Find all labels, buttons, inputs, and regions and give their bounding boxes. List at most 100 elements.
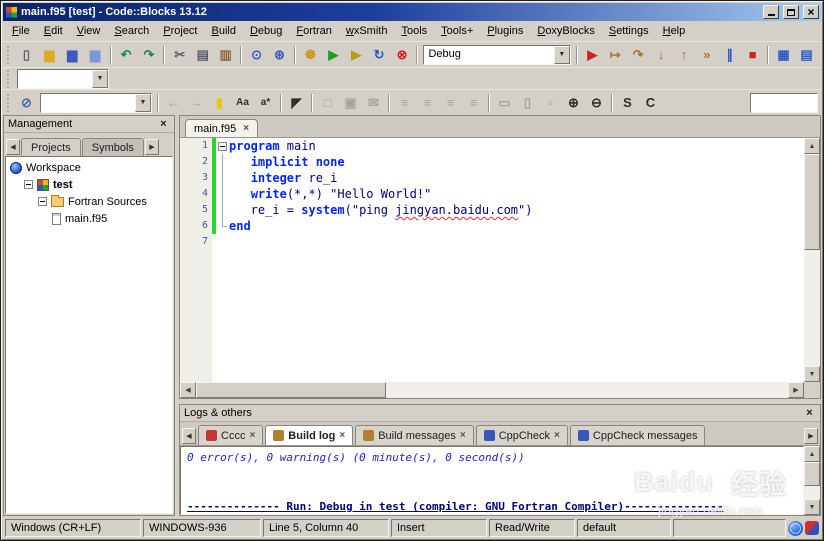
editor-line[interactable]: 5 re_i = system("ping jingyan.baidu.com"… xyxy=(180,202,804,218)
run-icon[interactable]: ▶ xyxy=(323,44,344,65)
scroll-thumb[interactable] xyxy=(196,382,386,398)
wx-dialog-icon[interactable]: ✉ xyxy=(363,92,384,113)
editor-line[interactable]: 3 integer re_i xyxy=(180,170,804,186)
editor-line[interactable]: 1 program main xyxy=(180,138,804,154)
wx-frame-icon[interactable]: □ xyxy=(317,92,338,113)
align-left-icon[interactable]: ≡ xyxy=(394,92,415,113)
redo-icon[interactable]: ↷ xyxy=(139,44,160,65)
compiler-combo[interactable]: ▼ xyxy=(17,68,109,89)
align-top-icon[interactable]: ≡ xyxy=(463,92,484,113)
log-tab-cccc[interactable]: Cccc × xyxy=(198,425,264,445)
scroll-down-icon[interactable]: ▼ xyxy=(804,499,820,515)
tree-item-main-f95[interactable]: main.f95 xyxy=(6,210,172,227)
wx-panel-icon[interactable]: ▣ xyxy=(340,92,361,113)
undo-icon[interactable]: ↶ xyxy=(116,44,137,65)
log-tab-build-messages[interactable]: Build messages × xyxy=(355,425,474,445)
menu-search[interactable]: Search xyxy=(107,22,156,41)
menu-view[interactable]: View xyxy=(70,22,108,41)
log-tab-cppcheck-messages[interactable]: CppCheck messages xyxy=(569,425,706,445)
menu-settings[interactable]: Settings xyxy=(602,22,656,41)
editor-line[interactable]: 4 write(*,*) "Hello World!" xyxy=(180,186,804,202)
next-instruction-icon[interactable]: » xyxy=(696,44,717,65)
log-tabs-scroll-right-icon[interactable] xyxy=(804,428,818,444)
menu-wxsmith[interactable]: wxSmith xyxy=(339,22,395,41)
tree-item-fortran-sources[interactable]: Fortran Sources xyxy=(6,193,172,210)
wx-spacer-icon[interactable]: ▫ xyxy=(540,92,561,113)
menu-plugins[interactable]: Plugins xyxy=(480,22,530,41)
next-line-icon[interactable]: ↷ xyxy=(628,44,649,65)
scroll-up-icon[interactable]: ▲ xyxy=(804,138,820,154)
close-management-icon[interactable] xyxy=(157,118,170,131)
menu-tools[interactable]: Tools+ xyxy=(434,22,480,41)
logs-vertical-scrollbar[interactable]: ▲ ▼ xyxy=(804,446,820,515)
fold-margin[interactable] xyxy=(216,138,229,154)
minimize-button[interactable] xyxy=(763,5,779,19)
menu-doxyblocks[interactable]: DoxyBlocks xyxy=(530,22,601,41)
wx-sizer-horizontal-icon[interactable]: ▭ xyxy=(494,92,515,113)
nav-forward-icon[interactable]: → xyxy=(186,92,207,113)
scroll-track[interactable] xyxy=(804,462,820,499)
dropdown-arrow-icon[interactable]: ▼ xyxy=(92,69,108,88)
fold-collapse-icon[interactable] xyxy=(218,141,227,151)
copy-icon[interactable]: ▤ xyxy=(192,44,213,65)
code-editor[interactable]: 1 program main 2 implicit none 3 integer re… xyxy=(180,138,804,382)
open-file-icon[interactable]: ▆ xyxy=(39,44,60,65)
menu-edit[interactable]: Edit xyxy=(37,22,70,41)
tree-item-test[interactable]: test xyxy=(6,176,172,193)
rebuild-icon[interactable]: ↻ xyxy=(369,44,390,65)
wxsmith-quick-input[interactable] xyxy=(750,92,818,113)
scroll-right-icon[interactable]: ▶ xyxy=(788,382,804,398)
menu-debug[interactable]: Debug xyxy=(243,22,289,41)
close-tab-icon[interactable]: × xyxy=(554,430,560,441)
run-to-cursor-icon[interactable]: ↦ xyxy=(605,44,626,65)
scroll-thumb[interactable] xyxy=(804,462,820,486)
tabs-scroll-left-icon[interactable] xyxy=(6,139,20,155)
tab-projects[interactable]: Projects xyxy=(21,138,81,156)
menu-build[interactable]: Build xyxy=(205,22,243,41)
title-bar[interactable]: main.f95 [test] - Code::Blocks 13.12 xyxy=(3,3,821,21)
paste-icon[interactable]: ▥ xyxy=(215,44,236,65)
close-tab-icon[interactable]: × xyxy=(249,430,255,441)
collapse-icon[interactable] xyxy=(24,180,33,189)
step-out-icon[interactable]: ↑ xyxy=(673,44,694,65)
collapse-icon[interactable] xyxy=(38,197,47,206)
class-button-icon[interactable]: C xyxy=(640,92,661,113)
editor-line[interactable]: 7 xyxy=(180,234,804,250)
zoom-in-icon[interactable]: ⊕ xyxy=(563,92,584,113)
highlight-occurrences-icon[interactable]: ▮ xyxy=(209,92,230,113)
debug-continue-icon[interactable]: ▶ xyxy=(582,44,603,65)
source-button-icon[interactable]: S xyxy=(617,92,638,113)
close-logs-icon[interactable] xyxy=(803,407,816,420)
find-icon[interactable]: ⊙ xyxy=(246,44,267,65)
management-caption[interactable]: Management xyxy=(4,116,174,133)
zoom-out-icon[interactable]: ⊖ xyxy=(586,92,607,113)
find-in-files-icon[interactable]: ⊛ xyxy=(269,44,290,65)
build-icon[interactable]: ☸ xyxy=(300,44,321,65)
incremental-search-clear-icon[interactable]: ⊘ xyxy=(16,92,37,113)
match-inside-word-icon[interactable]: a* xyxy=(255,92,276,113)
debugging-windows-icon[interactable]: ▦ xyxy=(773,44,794,65)
build-and-run-icon[interactable]: ▶ xyxy=(346,44,367,65)
close-tab-icon[interactable]: × xyxy=(460,430,466,441)
cut-icon[interactable]: ✂ xyxy=(169,44,190,65)
editor-tab-main-f95[interactable]: main.f95 × xyxy=(185,119,259,137)
build-target-combo[interactable]: Debug ▼ xyxy=(423,44,571,65)
menu-file[interactable]: File xyxy=(5,22,37,41)
logs-caption[interactable]: Logs & others xyxy=(180,405,820,422)
menu-project[interactable]: Project xyxy=(156,22,204,41)
align-right-icon[interactable]: ≡ xyxy=(440,92,461,113)
debug-info-icon[interactable]: ▤ xyxy=(796,44,817,65)
dropdown-arrow-icon[interactable]: ▼ xyxy=(553,45,570,64)
tabs-scroll-right-icon[interactable] xyxy=(144,139,159,155)
close-tab-icon[interactable]: × xyxy=(339,430,345,441)
pointer-tool-icon[interactable]: ◤ xyxy=(286,92,307,113)
abort-icon[interactable]: ⊗ xyxy=(392,44,413,65)
nav-back-icon[interactable]: ← xyxy=(163,92,184,113)
editor-line[interactable]: 2 implicit none xyxy=(180,154,804,170)
restore-button[interactable] xyxy=(783,5,799,19)
menu-help[interactable]: Help xyxy=(656,22,693,41)
align-center-icon[interactable]: ≡ xyxy=(417,92,438,113)
incremental-search-combo[interactable]: ▼ xyxy=(40,92,152,113)
new-file-icon[interactable]: ▯ xyxy=(16,44,37,65)
stop-debugger-icon[interactable]: ■ xyxy=(742,44,763,65)
